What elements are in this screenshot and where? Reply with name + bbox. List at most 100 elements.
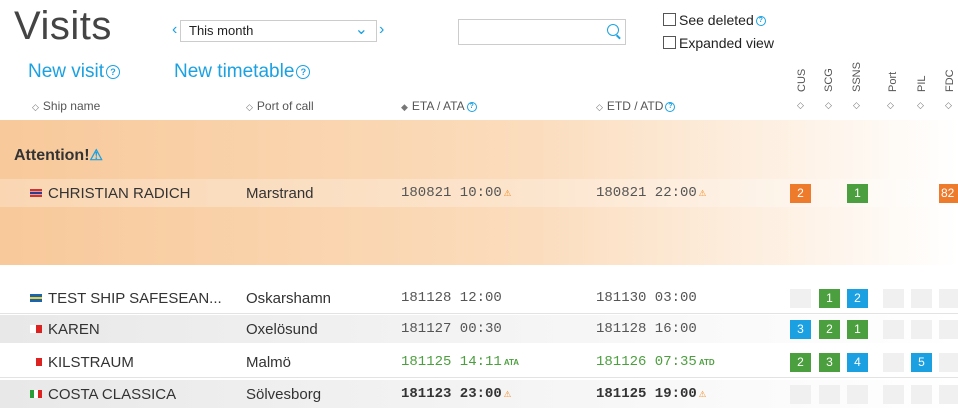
col-ssns[interactable]: SSNS <box>851 62 865 92</box>
status-badge[interactable]: 2 <box>790 184 811 203</box>
sort-icon: ◇ <box>945 100 952 110</box>
ship-name: TEST SHIP SAFESEAN... <box>48 290 222 307</box>
ship-name-cell: COSTA CLASSICA <box>30 386 176 403</box>
status-badge <box>883 320 904 339</box>
help-icon[interactable]: ? <box>665 101 676 112</box>
status-badge[interactable]: 2 <box>790 353 811 372</box>
sort-icon: ◇ <box>32 102 39 112</box>
etd-cell: 180821 22:00 ⚠ <box>596 185 706 201</box>
expanded-view-label: Expanded view <box>679 35 774 51</box>
table-row[interactable]: COSTA CLASSICA Sölvesborg 181123 23:00 ⚠ … <box>0 380 958 408</box>
ship-name: KILSTRAUM <box>48 354 134 371</box>
etd-cell: 181125 19:00 ⚠ <box>596 386 706 402</box>
warning-icon: ⚠ <box>89 147 103 164</box>
ship-name: CHRISTIAN RADICH <box>48 185 191 202</box>
col-etd[interactable]: ◇ ETD / ATD? <box>596 99 676 113</box>
help-icon[interactable]: ? <box>755 16 766 27</box>
table-row[interactable]: CHRISTIAN RADICH Marstrand 180821 10:00 ⚠… <box>0 179 958 207</box>
prev-period-button[interactable]: ‹ <box>172 21 177 39</box>
port-cell: Malmö <box>246 354 292 371</box>
page-title: Visits <box>14 4 112 48</box>
status-badge[interactable]: 1 <box>819 289 840 308</box>
status-badge <box>819 385 840 404</box>
ata-value: 181125 14:11 <box>401 354 502 370</box>
col-ship-name[interactable]: ◇ Ship name <box>32 99 100 113</box>
col-fdc[interactable]: FDC <box>944 62 958 92</box>
eta-cell: 181123 23:00 ⚠ <box>401 386 511 402</box>
see-deleted-label: See deleted <box>679 12 754 28</box>
see-deleted-checkbox[interactable]: See deleted? <box>663 12 766 28</box>
search-icon[interactable] <box>607 24 619 36</box>
new-visit-link[interactable]: New visit? <box>28 61 121 83</box>
sort-icon: ◇ <box>887 100 894 110</box>
new-timetable-label: New timetable <box>174 61 295 82</box>
next-period-button[interactable]: › <box>379 21 384 39</box>
col-port[interactable]: Port <box>887 62 901 92</box>
etd-cell: 181126 07:35 ATD <box>596 354 715 370</box>
checkbox-icon[interactable] <box>663 36 676 49</box>
col-eta[interactable]: ◆ ETA / ATA? <box>401 99 477 113</box>
port-cell: Sölvesborg <box>246 386 322 403</box>
sort-icon: ◇ <box>853 100 860 110</box>
period-value: This month <box>189 23 254 38</box>
sort-icon: ◇ <box>246 102 253 112</box>
status-badge[interactable]: 2 <box>819 320 840 339</box>
atd-tag: ATD <box>698 358 715 367</box>
port-cell: Oskarshamn <box>246 290 332 307</box>
sort-icon: ◇ <box>797 100 804 110</box>
warning-icon: ⚠ <box>698 186 707 200</box>
ata-tag: ATA <box>503 358 520 367</box>
checkbox-icon[interactable] <box>663 13 676 26</box>
col-etd-label: ETD / ATD <box>606 99 664 113</box>
status-badge <box>911 385 932 404</box>
status-badge <box>847 385 868 404</box>
warning-icon: ⚠ <box>503 387 512 401</box>
row-divider <box>0 377 958 378</box>
help-icon[interactable]: ? <box>106 64 121 79</box>
search-input[interactable] <box>458 19 626 45</box>
etd-cell: 181128 16:00 <box>596 321 697 337</box>
status-badge[interactable]: 4 <box>847 353 868 372</box>
sort-icon: ◆ <box>401 102 408 112</box>
ship-name-cell: KILSTRAUM <box>30 354 134 371</box>
warning-icon: ⚠ <box>503 186 512 200</box>
attention-heading: Attention!⚠ <box>14 146 103 165</box>
status-badge[interactable]: 3 <box>790 320 811 339</box>
status-badge <box>939 385 958 404</box>
sort-icon: ◇ <box>917 100 924 110</box>
new-timetable-link[interactable]: New timetable? <box>174 61 311 83</box>
period-select[interactable]: This month ⌄ <box>180 20 377 42</box>
table-row[interactable]: KILSTRAUM Malmö 181125 14:11 ATA 181126 0… <box>0 348 958 376</box>
col-port-of-call[interactable]: ◇ Port of call <box>246 99 314 113</box>
col-scg[interactable]: SCG <box>823 62 837 92</box>
table-row[interactable]: KAREN Oxelösund 181127 00:30 181128 16:0… <box>0 315 958 343</box>
ship-name-cell: TEST SHIP SAFESEAN... <box>30 290 222 307</box>
status-badge[interactable]: 1 <box>847 184 868 203</box>
status-badge <box>911 320 932 339</box>
norway-flag-icon <box>30 189 42 197</box>
status-badge <box>883 385 904 404</box>
col-cus[interactable]: CUS <box>796 62 810 92</box>
status-badge <box>883 353 904 372</box>
expanded-view-checkbox[interactable]: Expanded view <box>663 35 774 51</box>
status-badge[interactable]: 1 <box>847 320 868 339</box>
help-icon[interactable]: ? <box>466 101 477 112</box>
status-badge <box>939 320 958 339</box>
status-badge <box>883 289 904 308</box>
col-eta-label: ETA / ATA <box>411 99 465 113</box>
eta-cell: 181125 14:11 ATA <box>401 354 519 370</box>
status-badge <box>790 289 811 308</box>
eta-cell: 181128 12:00 <box>401 290 502 306</box>
status-badge[interactable]: 3 <box>819 353 840 372</box>
etd-value: 181125 19:00 <box>596 386 697 402</box>
help-icon[interactable]: ? <box>296 64 311 79</box>
col-pil[interactable]: PIL <box>916 62 930 92</box>
table-row[interactable]: TEST SHIP SAFESEAN... Oskarshamn 181128 … <box>0 284 958 312</box>
ship-name: KAREN <box>48 321 100 338</box>
eta-cell: 180821 10:00 ⚠ <box>401 185 511 201</box>
status-badge[interactable]: 2 <box>847 289 868 308</box>
status-badge[interactable]: 5 <box>911 353 932 372</box>
malta-flag-icon <box>30 325 42 333</box>
status-badge[interactable]: 82 <box>939 184 958 203</box>
status-badge <box>939 353 958 372</box>
